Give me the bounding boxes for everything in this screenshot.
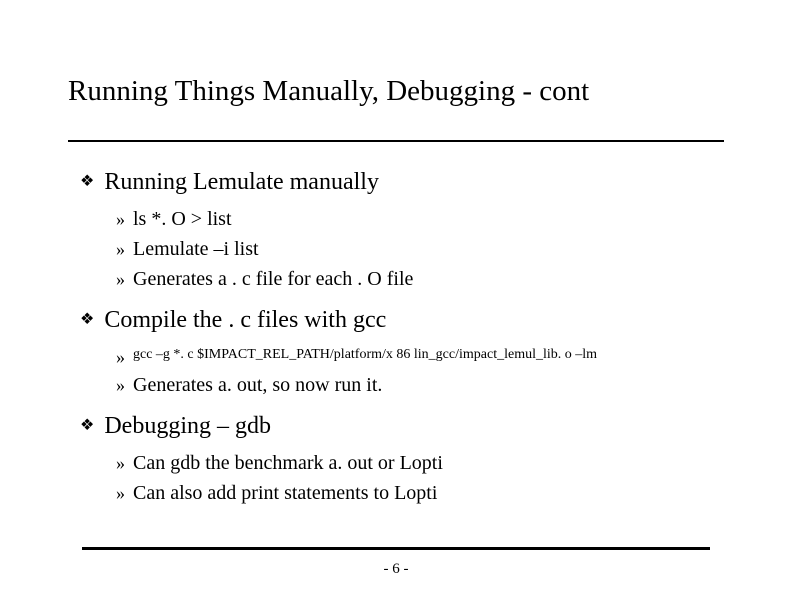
item-text: Can gdb the benchmark a. out or Lopti	[133, 450, 443, 476]
list-item: » ls *. O > list	[116, 206, 724, 232]
arrow-icon: »	[116, 344, 125, 370]
footer-rule	[82, 547, 710, 550]
section-heading: Debugging – gdb	[104, 412, 271, 440]
diamond-icon: ❖	[80, 306, 94, 334]
item-text: Can also add print statements to Lopti	[133, 480, 437, 506]
sublist: » gcc –g *. c $IMPACT_REL_PATH/platform/…	[80, 344, 724, 398]
list-item: » Can gdb the benchmark a. out or Lopti	[116, 450, 724, 476]
sublist: » ls *. O > list » Lemulate –i list » Ge…	[80, 206, 724, 292]
arrow-icon: »	[116, 266, 125, 292]
arrow-icon: »	[116, 236, 125, 262]
sublist: » Can gdb the benchmark a. out or Lopti …	[80, 450, 724, 506]
slide: Running Things Manually, Debugging - con…	[0, 0, 792, 506]
list-item: » gcc –g *. c $IMPACT_REL_PATH/platform/…	[116, 344, 724, 370]
page-number: - 6 -	[0, 561, 792, 578]
arrow-icon: »	[116, 450, 125, 476]
arrow-icon: »	[116, 480, 125, 506]
list-item: ❖ Running Lemulate manually	[80, 168, 724, 196]
content-area: ❖ Running Lemulate manually » ls *. O > …	[68, 168, 724, 506]
slide-title: Running Things Manually, Debugging - con…	[68, 75, 724, 112]
list-item: » Generates a . c file for each . O file	[116, 266, 724, 292]
list-item: ❖ Compile the . c files with gcc	[80, 306, 724, 334]
section-heading: Running Lemulate manually	[104, 168, 379, 196]
list-item: » Lemulate –i list	[116, 236, 724, 262]
arrow-icon: »	[116, 206, 125, 232]
arrow-icon: »	[116, 372, 125, 398]
diamond-icon: ❖	[80, 412, 94, 440]
list-item: » Generates a. out, so now run it.	[116, 372, 724, 398]
item-text: gcc –g *. c $IMPACT_REL_PATH/platform/x …	[133, 344, 597, 366]
list-item: ❖ Debugging – gdb	[80, 412, 724, 440]
item-text: Lemulate –i list	[133, 236, 259, 262]
item-text: Generates a. out, so now run it.	[133, 372, 382, 398]
list-item: » Can also add print statements to Lopti	[116, 480, 724, 506]
title-underline	[68, 140, 724, 142]
section-heading: Compile the . c files with gcc	[104, 306, 386, 334]
item-text: Generates a . c file for each . O file	[133, 266, 413, 292]
diamond-icon: ❖	[80, 168, 94, 196]
item-text: ls *. O > list	[133, 206, 232, 232]
